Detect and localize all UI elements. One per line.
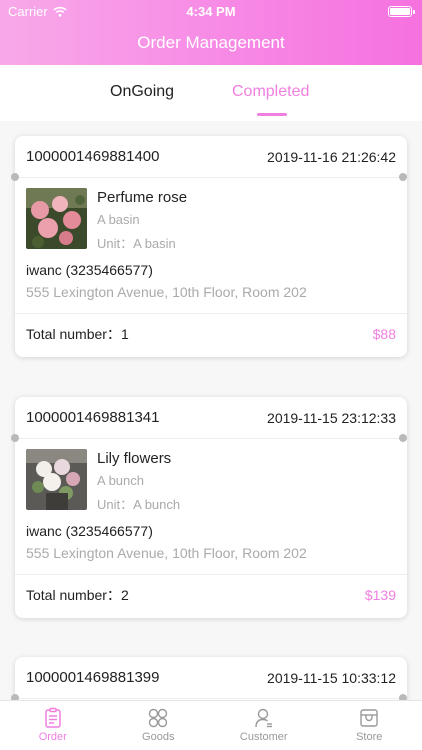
goods-icon — [149, 708, 168, 728]
bottom-tab-bar: Order Goods Customer Store — [0, 700, 422, 750]
status-time: 4:34 PM — [186, 4, 236, 19]
order-header: 1000001469881341 2019-11-15 23:12:33 — [15, 397, 407, 439]
tabbar-label: Customer — [239, 731, 288, 743]
order-number: 1000001469881400 — [26, 148, 160, 165]
order-number: 1000001469881399 — [26, 669, 160, 686]
order-tabs: OnGoing Completed — [0, 65, 422, 121]
order-time: 2019-11-15 10:33:12 — [267, 669, 396, 686]
tabbar-label: Order — [38, 731, 67, 743]
tabbar-order[interactable]: Order — [0, 701, 106, 750]
product-spec: A basin — [97, 212, 140, 227]
header: Carrier 4:34 PM Order Management — [0, 0, 422, 65]
tabbar-label: Goods — [142, 731, 175, 743]
tabbar-label: Store — [356, 731, 383, 743]
tabbar-customer[interactable]: Customer — [211, 701, 317, 750]
product-unit: Unit：A basin — [97, 233, 187, 252]
total-number: Total number：1 — [26, 324, 129, 344]
order-card[interactable]: 1000001469881400 2019-11-16 21:26:42 Per… — [11, 136, 407, 357]
total-number: Total number：2 — [26, 585, 129, 605]
product-image — [26, 188, 87, 249]
order-icon — [45, 707, 61, 728]
separator-dot — [399, 434, 407, 442]
customer-info: iwanc (3235466577) — [26, 262, 153, 278]
product-name: Perfume rose — [97, 189, 188, 206]
customer-info: iwanc (3235466577) — [26, 523, 153, 539]
battery-icon — [388, 6, 415, 17]
separator-dot — [11, 173, 19, 181]
order-price: $139 — [364, 586, 396, 603]
order-price: $88 — [372, 325, 396, 342]
product-image — [26, 449, 87, 510]
product-row: Perfume rose A basin Unit：A basin — [15, 178, 407, 252]
unit-value: A basin — [133, 236, 176, 251]
status-bar: Carrier 4:34 PM — [0, 4, 422, 20]
separator-dot — [399, 173, 407, 181]
order-header: 1000001469881400 2019-11-16 21:26:42 — [15, 136, 407, 178]
separator-dot — [11, 434, 19, 442]
customer-address: 555 Lexington Avenue, 10th Floor, Room 2… — [26, 545, 307, 561]
total-label: Total number： — [26, 586, 121, 603]
active-tab-indicator — [257, 113, 287, 116]
order-time: 2019-11-15 23:12:33 — [267, 409, 396, 426]
tab-completed[interactable]: Completed — [232, 83, 309, 101]
unit-label: Unit： — [97, 497, 134, 512]
order-footer: Total number：2 $139 — [15, 574, 407, 614]
unit-value: A bunch — [133, 497, 181, 512]
customer-address: 555 Lexington Avenue, 10th Floor, Room 2… — [26, 284, 307, 300]
product-name: Lily flowers — [97, 450, 172, 467]
product-spec: A bunch — [97, 473, 144, 488]
tab-ongoing[interactable]: OnGoing — [110, 83, 174, 101]
total-label: Total number： — [26, 325, 121, 342]
order-card[interactable]: 1000001469881341 2019-11-15 23:12:33 Lil… — [11, 397, 407, 618]
product-row: Lily flowers A bunch Unit：A bunch — [15, 439, 407, 513]
page-title: Order Management — [137, 33, 285, 52]
order-footer: Total number：1 $88 — [15, 313, 407, 353]
store-icon — [360, 709, 378, 727]
tabbar-goods[interactable]: Goods — [106, 701, 212, 750]
order-time: 2019-11-16 21:26:42 — [267, 148, 396, 165]
unit-label: Unit： — [97, 236, 134, 251]
total-value: 1 — [120, 325, 129, 342]
customer-icon — [255, 708, 272, 728]
order-header: 1000001469881399 2019-11-15 10:33:12 — [15, 657, 407, 699]
product-unit: Unit：A bunch — [97, 494, 180, 513]
order-number: 1000001469881341 — [26, 409, 160, 426]
total-value: 2 — [120, 586, 129, 603]
tabbar-store[interactable]: Store — [317, 701, 422, 750]
